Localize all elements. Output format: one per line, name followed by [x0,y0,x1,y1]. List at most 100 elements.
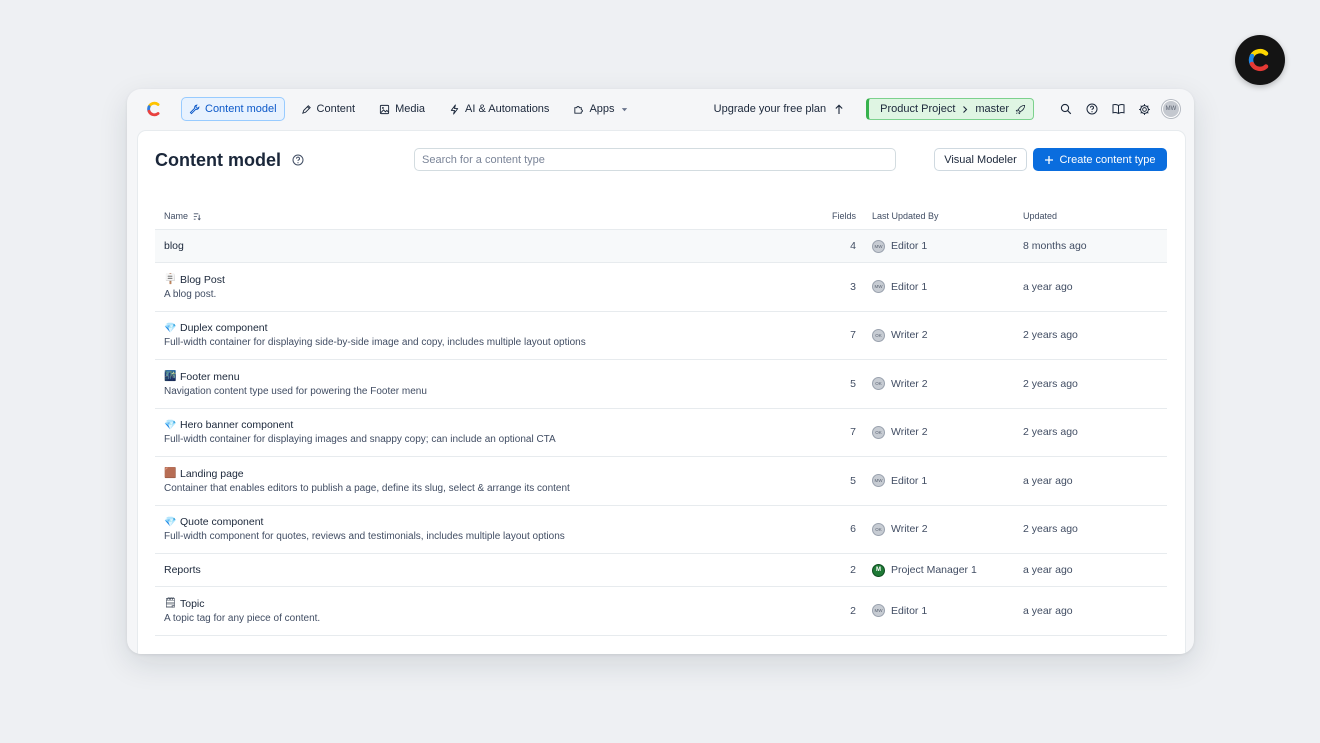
content-type-name: Blog Post [180,273,225,286]
notepad-icon: 🗒 [164,598,177,610]
user-avatar: OK [872,377,885,391]
updated-time: 2 years ago [1023,523,1078,536]
user-avatar: OK [872,522,885,536]
content-type-description: Full-width container for displaying imag… [164,434,556,446]
gem-icon: 💎 [164,419,177,431]
updated-time: 2 years ago [1023,377,1078,390]
field-count: 7 [850,329,856,342]
help-icon[interactable] [1084,101,1100,117]
project-name: Product Project [880,103,956,115]
content-type-search-input[interactable] [414,148,896,171]
gear-icon[interactable] [1136,101,1152,117]
nav-ai-automations[interactable]: AI & Automations [441,97,557,121]
user-name: Writer 2 [891,523,928,536]
content-type-name: Footer menu [180,370,240,383]
environment-name: master [975,103,1009,115]
user-avatar: MW [872,239,885,253]
field-count: 4 [850,240,856,252]
content-model-panel: Content model Visual Modeler Create cont… [138,131,1185,654]
table-row[interactable]: 💎 Duplex component Full-width container f… [155,312,1167,360]
user-avatar: OK [872,425,885,439]
bolt-icon [450,103,459,115]
field-count: 5 [850,377,856,390]
updated-time: a year ago [1023,280,1073,293]
field-count: 5 [850,474,856,487]
environment-switcher[interactable]: Product Project master [866,98,1034,120]
chevron-right-icon [963,105,968,113]
content-type-name: Quote component [180,516,264,529]
user-name: Editor 1 [891,474,928,487]
content-type-description: A topic tag for any piece of content. [164,612,321,624]
table-row[interactable]: 🗒 Topic A topic tag for any piece of cont… [155,587,1167,636]
book-icon[interactable] [1110,101,1126,117]
content-type-description: Container that enables editors to publis… [164,482,570,494]
page-title: Content model [155,150,281,170]
image-icon [379,104,390,114]
header-name[interactable]: Name [155,211,772,221]
arrow-up-icon [835,104,843,114]
user-name: Project Manager 1 [891,564,977,576]
nav-content-model[interactable]: Content model [181,97,285,121]
create-label: Create content type [1059,153,1156,166]
brand-logo [1235,35,1285,85]
updated-time: 2 years ago [1023,329,1078,342]
night-city-icon: 🌃 [164,371,177,383]
table-header: Name Fields Last Updated By Updated [155,203,1167,230]
create-content-type-button[interactable]: Create content type [1033,148,1167,171]
nav-label: Media [395,103,426,115]
table-row[interactable]: 🟫 Landing page Container that enables edi… [155,457,1167,506]
nav-label: Content model [205,103,277,115]
content-type-name: blog [164,240,184,252]
content-type-name: Hero banner component [180,419,294,432]
table-row[interactable]: 🪧 Blog Post A blog post. 3 MW Editor 1 a … [155,263,1167,312]
content-type-name: Reports [164,564,201,576]
question-circle-icon[interactable] [292,154,304,166]
table-row[interactable]: 💎 Hero banner component Full-width contai… [155,409,1167,457]
upgrade-label: Upgrade your free plan [713,103,827,115]
user-avatar: OK [872,328,885,342]
user-name: Editor 1 [891,280,928,293]
search-icon[interactable] [1058,101,1074,117]
gem-icon: 💎 [164,322,177,334]
rocket-icon [1015,104,1026,114]
updated-time: a year ago [1023,564,1073,576]
sort-icon [193,212,201,220]
field-count: 2 [850,564,856,576]
nav-apps[interactable]: Apps [565,97,636,121]
field-count: 7 [850,426,856,439]
field-count: 2 [850,604,856,617]
wrench-icon [189,104,200,114]
app-logo-icon[interactable] [145,100,163,118]
table-row[interactable]: blog 4 MW Editor 1 8 months ago [155,230,1167,263]
nav-label: AI & Automations [465,103,550,115]
visual-modeler-button[interactable]: Visual Modeler [934,148,1027,171]
updated-time: 8 months ago [1023,240,1087,252]
user-name: Editor 1 [891,240,928,252]
content-types-table: Name Fields Last Updated By Updated blog… [155,203,1167,636]
content-type-name: Landing page [180,467,244,480]
content-type-description: Full-width container for displaying side… [164,337,586,349]
user-avatar: MW [872,604,885,618]
nav-content[interactable]: Content [293,97,364,121]
content-type-description: Navigation content type used for powerin… [164,385,427,397]
gem-icon: 💎 [164,516,177,528]
field-count: 6 [850,523,856,536]
updated-time: a year ago [1023,604,1073,617]
user-avatar: MW [872,280,885,294]
user-avatar: MW [872,474,885,488]
upgrade-plan-link[interactable]: Upgrade your free plan [714,103,845,115]
updated-time: 2 years ago [1023,426,1078,439]
pen-icon [301,104,311,114]
content-type-name: Duplex component [180,322,268,335]
puzzle-icon [574,105,584,114]
table-row[interactable]: 💎 Quote component Full-width component fo… [155,506,1167,554]
updated-time: a year ago [1023,474,1073,487]
table-row[interactable]: 🌃 Footer menu Navigation content type use… [155,360,1167,409]
user-name: Writer 2 [891,377,928,390]
nav-media[interactable]: Media [371,97,433,121]
user-avatar: M [872,563,885,577]
user-avatar[interactable]: MW [1162,100,1180,118]
table-row[interactable]: Reports 2 M Project Manager 1 a year ago [155,554,1167,587]
user-name: Writer 2 [891,329,928,342]
user-name: Editor 1 [891,604,928,617]
